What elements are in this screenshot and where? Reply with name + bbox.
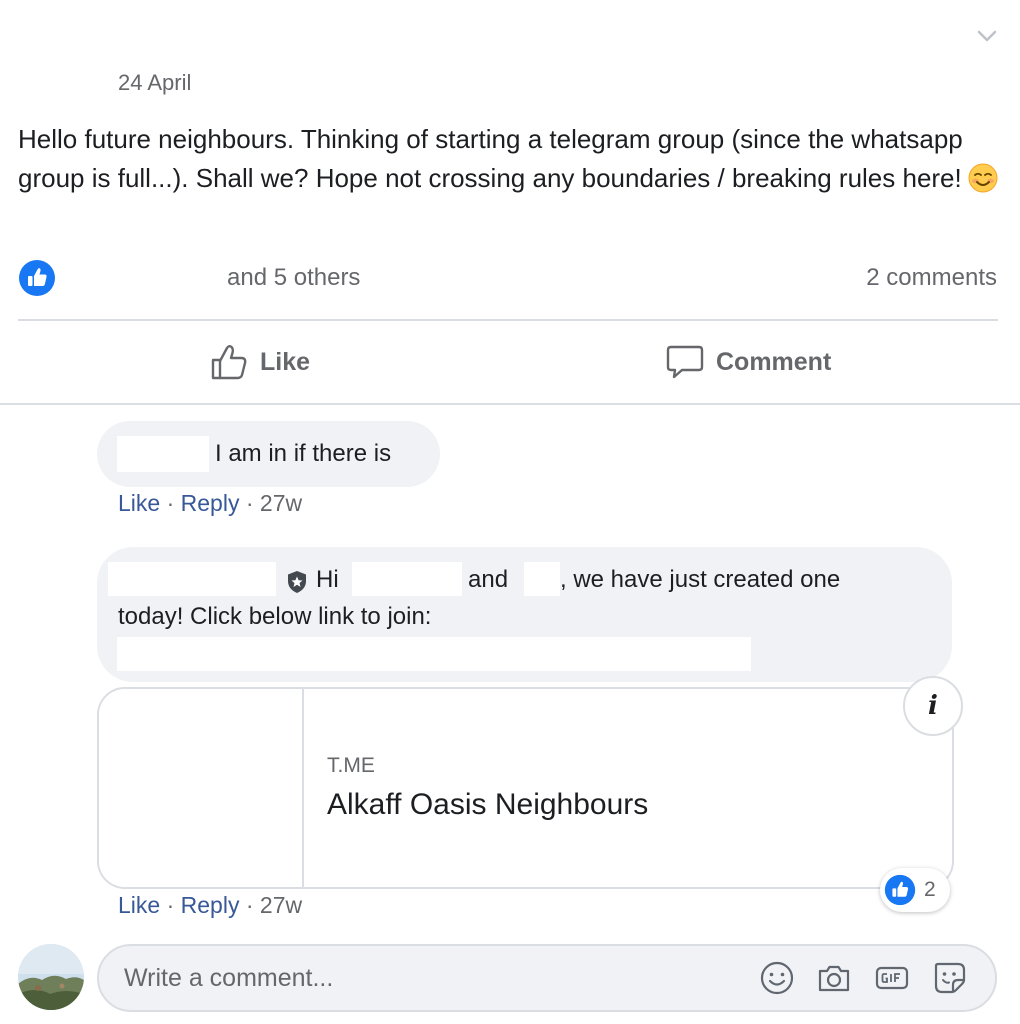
divider: [0, 403, 1020, 405]
comment-text-line2: today! Click below link to join:: [118, 603, 432, 630]
comment-label: Comment: [716, 347, 832, 376]
separator: ·: [166, 490, 175, 516]
divider: [18, 319, 998, 321]
smiling-face-emoji-icon: [968, 163, 998, 204]
redacted-author-name: [108, 562, 276, 596]
post-text: Hello future neighbours. Thinking of sta…: [18, 124, 963, 193]
redacted-author-name: [117, 436, 209, 472]
comment-like-link[interactable]: Like: [118, 892, 160, 918]
link-preview-thumbnail: [99, 689, 304, 887]
comment-text-tail: , we have just created one: [560, 566, 841, 593]
avatar[interactable]: [18, 944, 84, 1010]
link-preview-title[interactable]: Alkaff Oasis Neighbours: [327, 788, 648, 822]
comment-greeting: Hi: [316, 566, 339, 593]
comment-input-placeholder[interactable]: Write a comment...: [124, 964, 333, 993]
separator: ·: [245, 892, 254, 918]
camera-icon[interactable]: [816, 960, 852, 996]
comment-meta: Like · Reply · 27w: [118, 490, 302, 517]
redacted-link[interactable]: [117, 637, 751, 671]
comment-and: and: [468, 566, 509, 593]
like-reaction-icon[interactable]: [18, 259, 56, 297]
redacted-mention: [352, 562, 462, 596]
like-label: Like: [260, 347, 311, 376]
comment-time[interactable]: 27w: [260, 490, 302, 516]
like-reaction-icon: [884, 874, 916, 906]
comment-meta: Like · Reply · 27w: [118, 892, 302, 919]
comment-reply-link[interactable]: Reply: [181, 490, 240, 516]
speech-bubble-icon: [666, 345, 704, 379]
reactions-summary[interactable]: and 5 others: [227, 264, 360, 292]
separator: ·: [166, 892, 175, 918]
comment-text: I am in if there is: [215, 440, 392, 467]
emoji-icon[interactable]: [759, 960, 795, 996]
post-body: Hello future neighbours. Thinking of sta…: [18, 120, 1008, 204]
gif-icon[interactable]: [874, 960, 910, 996]
sticker-icon[interactable]: [932, 960, 968, 996]
comment-reply-link[interactable]: Reply: [181, 892, 240, 918]
post-date[interactable]: 24 April: [118, 70, 191, 96]
link-preview-domain: T.ME: [327, 754, 375, 777]
redacted-mention: [524, 562, 560, 596]
reaction-count: 2: [924, 878, 936, 901]
admin-shield-icon: [288, 571, 306, 593]
chevron-down-icon[interactable]: [975, 24, 999, 48]
info-icon[interactable]: i: [903, 676, 963, 736]
like-button[interactable]: Like: [210, 340, 310, 384]
comment-reactions[interactable]: 2: [880, 868, 950, 912]
comment-time[interactable]: 27w: [260, 892, 302, 918]
separator: ·: [245, 490, 254, 516]
comments-count[interactable]: 2 comments: [866, 264, 997, 292]
thumbs-up-icon: [211, 345, 247, 380]
info-icon-glyph: i: [928, 691, 938, 721]
comment-like-link[interactable]: Like: [118, 490, 160, 516]
comment-button[interactable]: Comment: [666, 340, 831, 384]
